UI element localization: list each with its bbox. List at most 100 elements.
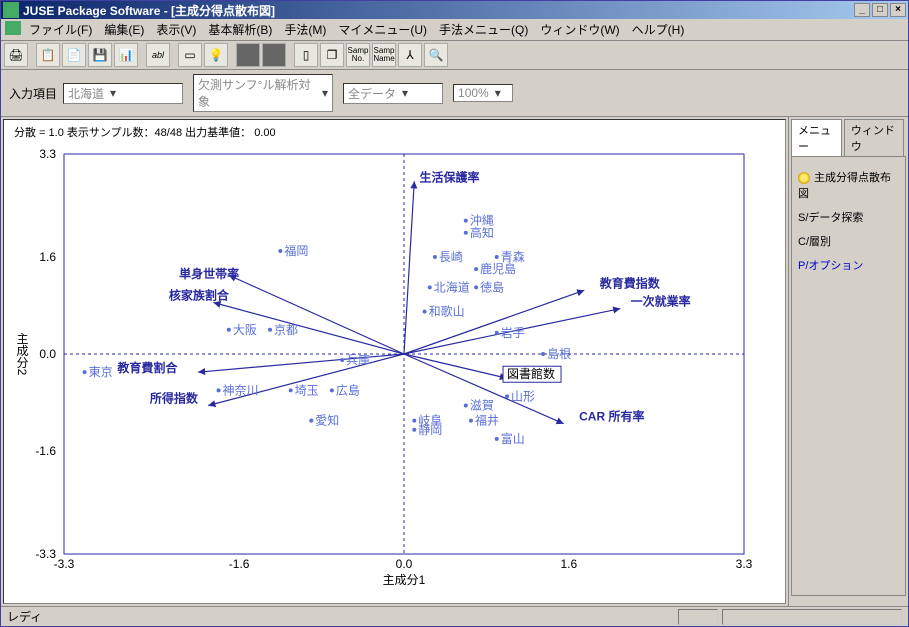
svg-text:京都: 京都	[274, 323, 298, 337]
maximize-button[interactable]: □	[872, 3, 888, 17]
menu-help[interactable]: ヘルプ(H)	[632, 21, 685, 38]
menu-methodmenu[interactable]: 手法メニュー(Q)	[439, 21, 528, 38]
svg-text:徳島: 徳島	[480, 279, 504, 294]
sampno-button[interactable]: SampNo.	[346, 43, 370, 67]
scatter-chart: -3.3-3.3 -1.6 -1.6 0.0 0.0 1.6 1.6 3.3 3.3 主成分1 主成…	[4, 144, 764, 594]
combo-missing[interactable]: 欠測サンフ°ル解析対象▾	[193, 74, 333, 112]
combo-prefecture[interactable]: 北海道▾	[63, 83, 183, 104]
svg-text:-1.6: -1.6	[35, 444, 56, 458]
svg-text:富山: 富山	[501, 431, 525, 446]
tab-menu[interactable]: メニュー	[791, 119, 842, 156]
svg-text:大阪: 大阪	[233, 323, 257, 337]
svg-text:CAR 所有率: CAR 所有率	[579, 409, 644, 424]
svg-text:愛知: 愛知	[315, 414, 339, 428]
svg-text:福井: 福井	[475, 413, 499, 428]
side-item-stratify[interactable]: C/層別	[792, 229, 905, 253]
paste-special-button[interactable]: 📄	[62, 43, 86, 67]
svg-text:3.3: 3.3	[39, 147, 56, 161]
svg-text:岩手: 岩手	[501, 325, 525, 340]
dark1-button[interactable]	[236, 43, 260, 67]
statusbar: レディ	[1, 606, 908, 626]
content-area: 分散 = 1.0 表示サンプル数：48/48 出力基準値： 0.00 -3.3-…	[1, 117, 908, 606]
menu-edit[interactable]: 編集(E)	[104, 21, 144, 38]
svg-text:0.0: 0.0	[396, 557, 413, 571]
menubar: ファイル(F) 編集(E) 表示(V) 基本解析(B) 手法(M) マイメニュー…	[1, 19, 908, 41]
titlebar: JUSE Package Software - [主成分得点散布図] _ □ ×	[1, 1, 908, 19]
svg-text:滋賀: 滋賀	[470, 399, 494, 413]
menu-mymenu[interactable]: マイメニュー(U)	[338, 21, 427, 38]
menu-basic[interactable]: 基本解析(B)	[208, 21, 272, 38]
bulb-icon	[798, 172, 810, 184]
close-button[interactable]: ×	[890, 3, 906, 17]
tab-window[interactable]: ウィンドウ	[844, 119, 904, 156]
menu-window[interactable]: ウィンドウ(W)	[540, 21, 619, 38]
svg-text:単身世帯率: 単身世帯率	[179, 266, 239, 281]
svg-text:生活保護率: 生活保護率	[419, 169, 479, 184]
svg-text:山形: 山形	[511, 389, 535, 403]
svg-text:-3.3: -3.3	[35, 547, 56, 561]
chart-header: 分散 = 1.0 表示サンプル数：48/48 出力基準値： 0.00	[4, 120, 785, 144]
side-panel: メニュー ウィンドウ 主成分得点散布図 S/データ探索 C/層別 P/オプション	[788, 117, 908, 606]
menu-view[interactable]: 表示(V)	[156, 21, 196, 38]
doc-icon	[5, 21, 21, 35]
svg-text:核家族割合: 核家族割合	[169, 287, 230, 302]
app-icon	[3, 2, 19, 18]
svg-text:神奈川: 神奈川	[223, 383, 259, 397]
svg-text:図書館数: 図書館数	[507, 366, 555, 381]
idea-button[interactable]: 💡	[204, 43, 228, 67]
svg-text:高知: 高知	[470, 225, 494, 240]
svg-text:静岡: 静岡	[418, 423, 442, 437]
toolbar: 🖨 📋 📄 💾 📊 abl ▭ 💡 ▯ ❐ SampNo. SampName ⅄…	[1, 41, 908, 70]
grey-button[interactable]: ▭	[178, 43, 202, 67]
svg-text:島根: 島根	[547, 346, 571, 361]
save-button[interactable]: 💾	[88, 43, 112, 67]
app-window: JUSE Package Software - [主成分得点散布図] _ □ ×…	[0, 0, 909, 627]
svg-text:-1.6: -1.6	[229, 557, 250, 571]
label-button[interactable]: abl	[146, 43, 170, 67]
status-cell-1	[678, 609, 718, 625]
status-cell-2	[722, 609, 902, 625]
svg-text:長崎: 長崎	[439, 250, 463, 264]
svg-text:広島: 広島	[336, 382, 360, 397]
svg-text:1.6: 1.6	[39, 250, 56, 264]
svg-text:北海道: 北海道	[434, 279, 470, 294]
minimize-button[interactable]: _	[854, 3, 870, 17]
combo-data[interactable]: 全データ▾	[343, 83, 443, 104]
copy-button[interactable]: 📋	[36, 43, 60, 67]
chart-pane: 分散 = 1.0 表示サンプル数：48/48 出力基準値： 0.00 -3.3-…	[3, 119, 786, 604]
combo-zoom[interactable]: 100%▾	[453, 84, 513, 102]
svg-text:教育費指数: 教育費指数	[599, 275, 661, 290]
zoom-button[interactable]: 🔍	[424, 43, 448, 67]
chart-button[interactable]: 📊	[114, 43, 138, 67]
svg-text:和歌山: 和歌山	[429, 304, 465, 319]
svg-text:埼玉: 埼玉	[295, 383, 319, 397]
dark2-button[interactable]	[262, 43, 286, 67]
side-item-search[interactable]: S/データ探索	[792, 205, 905, 229]
svg-text:主成分1: 主成分1	[383, 573, 426, 587]
svg-text:福岡: 福岡	[284, 243, 308, 258]
svg-text:所得指数: 所得指数	[150, 390, 199, 405]
status-text: レディ	[7, 608, 42, 625]
print-button[interactable]: 🖨	[4, 43, 28, 67]
side-item-chart[interactable]: 主成分得点散布図	[792, 165, 905, 205]
side-item-options[interactable]: P/オプション	[792, 253, 905, 277]
svg-text:教育費割合: 教育費割合	[116, 360, 178, 375]
input-label: 入力項目	[9, 85, 57, 102]
svg-text:-3.3: -3.3	[54, 557, 75, 571]
svg-text:主成分2: 主成分2	[15, 332, 29, 375]
window-title: JUSE Package Software - [主成分得点散布図]	[23, 2, 275, 19]
svg-text:兵庫: 兵庫	[346, 353, 370, 367]
sampname-button[interactable]: SampName	[372, 43, 396, 67]
svg-text:3.3: 3.3	[736, 557, 753, 571]
pages-button[interactable]: ❐	[320, 43, 344, 67]
tree-button[interactable]: ⅄	[398, 43, 422, 67]
menu-method[interactable]: 手法(M)	[284, 21, 326, 38]
svg-text:一次就業率: 一次就業率	[631, 294, 691, 309]
svg-text:1.6: 1.6	[561, 557, 578, 571]
svg-text:東京: 東京	[89, 365, 113, 379]
svg-text:0.0: 0.0	[39, 347, 56, 361]
menu-file[interactable]: ファイル(F)	[29, 21, 92, 38]
params-bar: 入力項目 北海道▾ 欠測サンフ°ル解析対象▾ 全データ▾ 100%▾	[1, 70, 908, 117]
page-button[interactable]: ▯	[294, 43, 318, 67]
svg-text:鹿児島: 鹿児島	[480, 261, 516, 276]
